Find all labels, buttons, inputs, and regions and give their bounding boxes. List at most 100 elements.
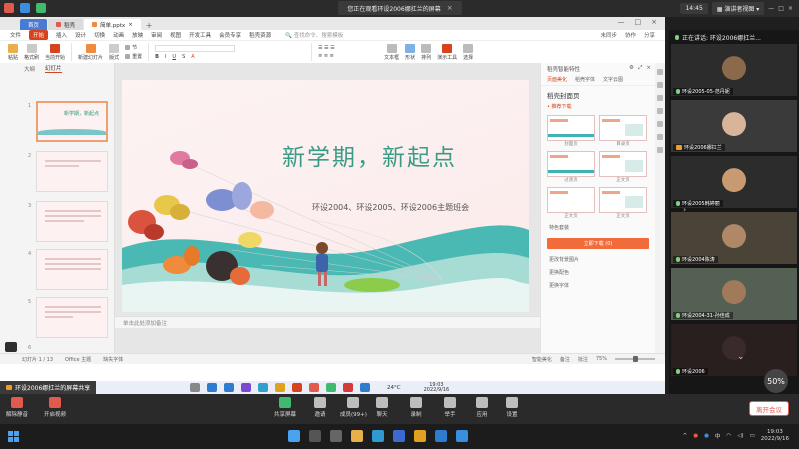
zoom-slider[interactable] <box>615 356 655 362</box>
tool-icon[interactable] <box>657 82 663 88</box>
tray-app-icon[interactable]: ● <box>704 433 709 439</box>
tab-docer[interactable]: 稻壳 <box>48 19 84 30</box>
format-painter-button[interactable]: 格式刷 <box>24 43 39 61</box>
taskbar-app-icon[interactable] <box>292 383 302 392</box>
menu-review[interactable]: 审阅 <box>151 31 162 39</box>
tool-icon[interactable] <box>657 121 663 127</box>
slide-thumbnail[interactable]: 新学期，新起点 <box>36 101 108 142</box>
members-button[interactable]: 成员(99+) <box>340 397 367 418</box>
wps-close-icon[interactable]: × <box>651 18 657 26</box>
menu-file[interactable]: 文件 <box>10 31 21 39</box>
window-close-icon[interactable]: × <box>788 5 793 12</box>
slide-thumbnail[interactable] <box>36 201 108 242</box>
template-card[interactable]: 正文页 <box>599 151 647 183</box>
taskbar-app-icon[interactable] <box>258 383 268 392</box>
slide-subtitle[interactable]: 环设2004、环设2005、环设2006主题班会 <box>312 202 469 213</box>
task-view-icon[interactable] <box>330 430 342 442</box>
comments-button[interactable]: 批注 <box>578 356 588 363</box>
edge-icon[interactable] <box>372 430 384 442</box>
arrange-button[interactable]: 排列 <box>421 43 431 61</box>
taskbar-app-icon[interactable] <box>309 383 319 392</box>
chevron-down-icon[interactable]: ⌄ <box>737 352 745 362</box>
taskbar-app-icon[interactable] <box>190 383 200 392</box>
outline-tab[interactable]: 大纲 <box>24 65 35 73</box>
font-name-select[interactable] <box>155 44 236 52</box>
tab-document[interactable]: 简单.pptx × <box>84 19 141 30</box>
align-icons[interactable]: ≡ ≡ ≡ <box>318 53 378 59</box>
slide-thumbnail[interactable] <box>36 151 108 192</box>
tab-page-beautify[interactable]: 页面美化 <box>547 76 567 83</box>
grid-menu-icon[interactable] <box>5 342 17 352</box>
minimize-icon[interactable]: — <box>768 5 774 12</box>
tray-app-icon[interactable]: ● <box>693 433 698 439</box>
template-card[interactable]: 目录页 <box>599 115 647 147</box>
chat-button[interactable]: 聊天 <box>376 397 388 418</box>
select-button[interactable]: 选择 <box>463 43 473 61</box>
list-icons[interactable]: ☰ ☰ ☰ <box>318 45 378 51</box>
leave-meeting-button[interactable]: 离开会议 <box>749 401 789 416</box>
video-app-icon[interactable] <box>456 430 468 442</box>
change-background-item[interactable]: 更改背景图片 <box>541 253 655 266</box>
os-clock[interactable]: 19:03 2022/9/16 <box>761 429 789 443</box>
menu-insert[interactable]: 插入 <box>56 31 67 39</box>
paste-button[interactable]: 粘贴 <box>8 43 18 61</box>
taskbar-app-icon[interactable] <box>343 383 353 392</box>
textbox-button[interactable]: 文本框 <box>384 43 399 61</box>
view-mode-button[interactable]: ▦ 演讲者视图 ▾ <box>711 2 765 15</box>
apps-button[interactable]: 应用 <box>476 397 488 418</box>
signal-icon[interactable] <box>36 3 46 13</box>
slide[interactable]: 新学期，新起点 环设2004、环设2005、环设2006主题班会 <box>122 80 529 312</box>
section-button[interactable]: 节 <box>125 44 142 51</box>
reset-button[interactable]: 重置 <box>125 53 142 60</box>
participant-tile[interactable]: 环设2004陈涛 <box>671 212 797 264</box>
tab-word-cloud[interactable]: 文字云图 <box>603 76 623 83</box>
close-icon[interactable]: × <box>447 4 453 12</box>
menu-docer[interactable]: 稻壳资源 <box>249 31 271 39</box>
tool-icon[interactable] <box>657 108 663 114</box>
layout-button[interactable]: 版式 <box>109 43 119 61</box>
missing-font-button[interactable]: 缺失字体 <box>103 356 123 363</box>
strike-icon[interactable]: S <box>182 54 185 60</box>
settings-button[interactable]: 设置 <box>506 397 518 418</box>
menu-design[interactable]: 设计 <box>75 31 86 39</box>
wps-maximize-icon[interactable]: □ <box>635 18 642 26</box>
windows-start-icon[interactable] <box>8 431 19 442</box>
share-button[interactable]: 分享 <box>644 31 655 39</box>
menu-developer[interactable]: 开发工具 <box>189 31 211 39</box>
tab-docer-font[interactable]: 稻壳字体 <box>575 76 595 83</box>
zoom-slider-knob[interactable] <box>632 356 638 362</box>
participant-tile[interactable]: 环设2006娜扛兰 <box>671 100 797 152</box>
search-icon[interactable] <box>309 430 321 442</box>
start-icon[interactable] <box>288 430 300 442</box>
change-font-item[interactable]: 更换字体 <box>541 279 655 292</box>
slide-thumbnail[interactable] <box>36 249 108 290</box>
sync-button[interactable]: 未同步 <box>600 31 617 39</box>
template-card[interactable]: 正文页 <box>547 187 595 219</box>
tool-icon[interactable] <box>657 147 663 153</box>
participant-tile[interactable]: 环设2005-05-范丹妮 <box>671 44 797 96</box>
menu-member[interactable]: 会员专享 <box>219 31 241 39</box>
notes-area[interactable]: 单击此处添加备注 <box>115 316 540 328</box>
panel-close-icon[interactable]: × <box>646 65 651 72</box>
battery-icon[interactable]: ▭ <box>750 433 755 439</box>
tab-home[interactable]: 首页 <box>20 19 48 30</box>
chrome-icon[interactable] <box>414 430 426 442</box>
invite-button[interactable]: 邀请 <box>314 397 326 418</box>
shield-icon[interactable] <box>20 3 30 13</box>
tool-icon[interactable] <box>657 95 663 101</box>
explorer-icon[interactable] <box>351 430 363 442</box>
shape-button[interactable]: 形状 <box>405 43 415 61</box>
participant-tile[interactable]: 环设2005韩婷丽 <box>671 156 797 208</box>
smart-beautify-button[interactable]: 智能美化 <box>532 356 552 363</box>
template-card[interactable]: 过渡页 <box>547 151 595 183</box>
new-slide-button[interactable]: 新建幻灯片 <box>78 43 103 61</box>
play-from-current-button[interactable]: 当前开始 <box>45 43 65 61</box>
share-screen-button[interactable]: 共享屏幕 <box>274 397 296 418</box>
taskbar-app-icon[interactable] <box>326 383 336 392</box>
new-tab-button[interactable]: + <box>146 21 153 30</box>
unmute-button[interactable]: 解除静音 <box>6 397 28 418</box>
meeting-app-icon[interactable] <box>435 430 447 442</box>
taskbar-app-icon[interactable] <box>275 383 285 392</box>
underline-icon[interactable]: U <box>172 54 176 60</box>
notes-button[interactable]: 备注 <box>560 356 570 363</box>
